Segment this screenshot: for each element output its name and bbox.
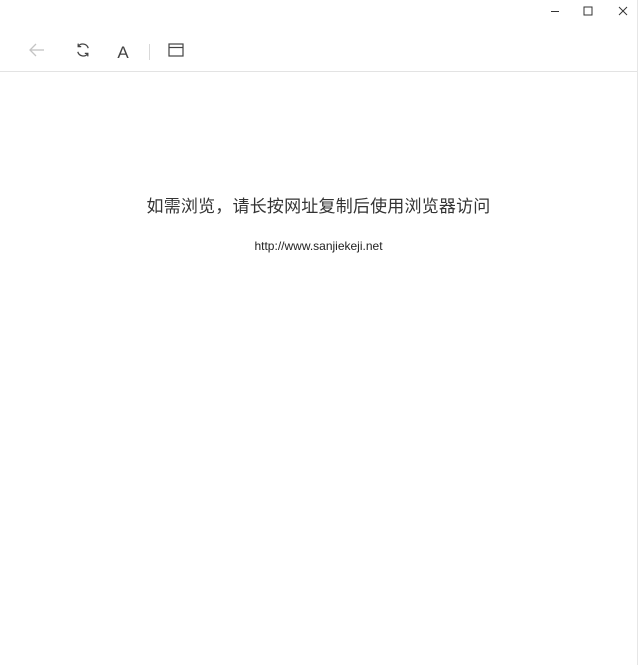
font-icon: A — [117, 42, 129, 62]
close-button[interactable] — [611, 3, 635, 23]
page-content: 如需浏览，请长按网址复制后使用浏览器访问 http://www.sanjieke… — [0, 72, 637, 665]
site-url[interactable]: http://www.sanjiekeji.net — [0, 239, 637, 253]
back-button[interactable] — [24, 40, 50, 64]
open-in-browser-button[interactable] — [163, 40, 189, 64]
font-size-button[interactable]: A — [110, 40, 136, 64]
app-window: A 如需浏览，请长按网址复制后使用浏览器访问 http://www.sanjie… — [0, 0, 638, 665]
refresh-button[interactable] — [70, 40, 96, 64]
minimize-icon — [549, 4, 561, 22]
toolbar-divider — [149, 44, 150, 60]
arrow-left-icon — [27, 40, 47, 65]
toolbar: A — [0, 34, 637, 72]
browse-instruction-text: 如需浏览，请长按网址复制后使用浏览器访问 — [146, 197, 491, 217]
refresh-icon — [74, 41, 92, 64]
minimize-button[interactable] — [543, 3, 567, 23]
maximize-icon — [582, 4, 594, 22]
browser-window-icon — [168, 42, 184, 62]
maximize-button[interactable] — [576, 3, 600, 23]
close-icon — [617, 4, 629, 22]
title-bar — [0, 0, 637, 28]
